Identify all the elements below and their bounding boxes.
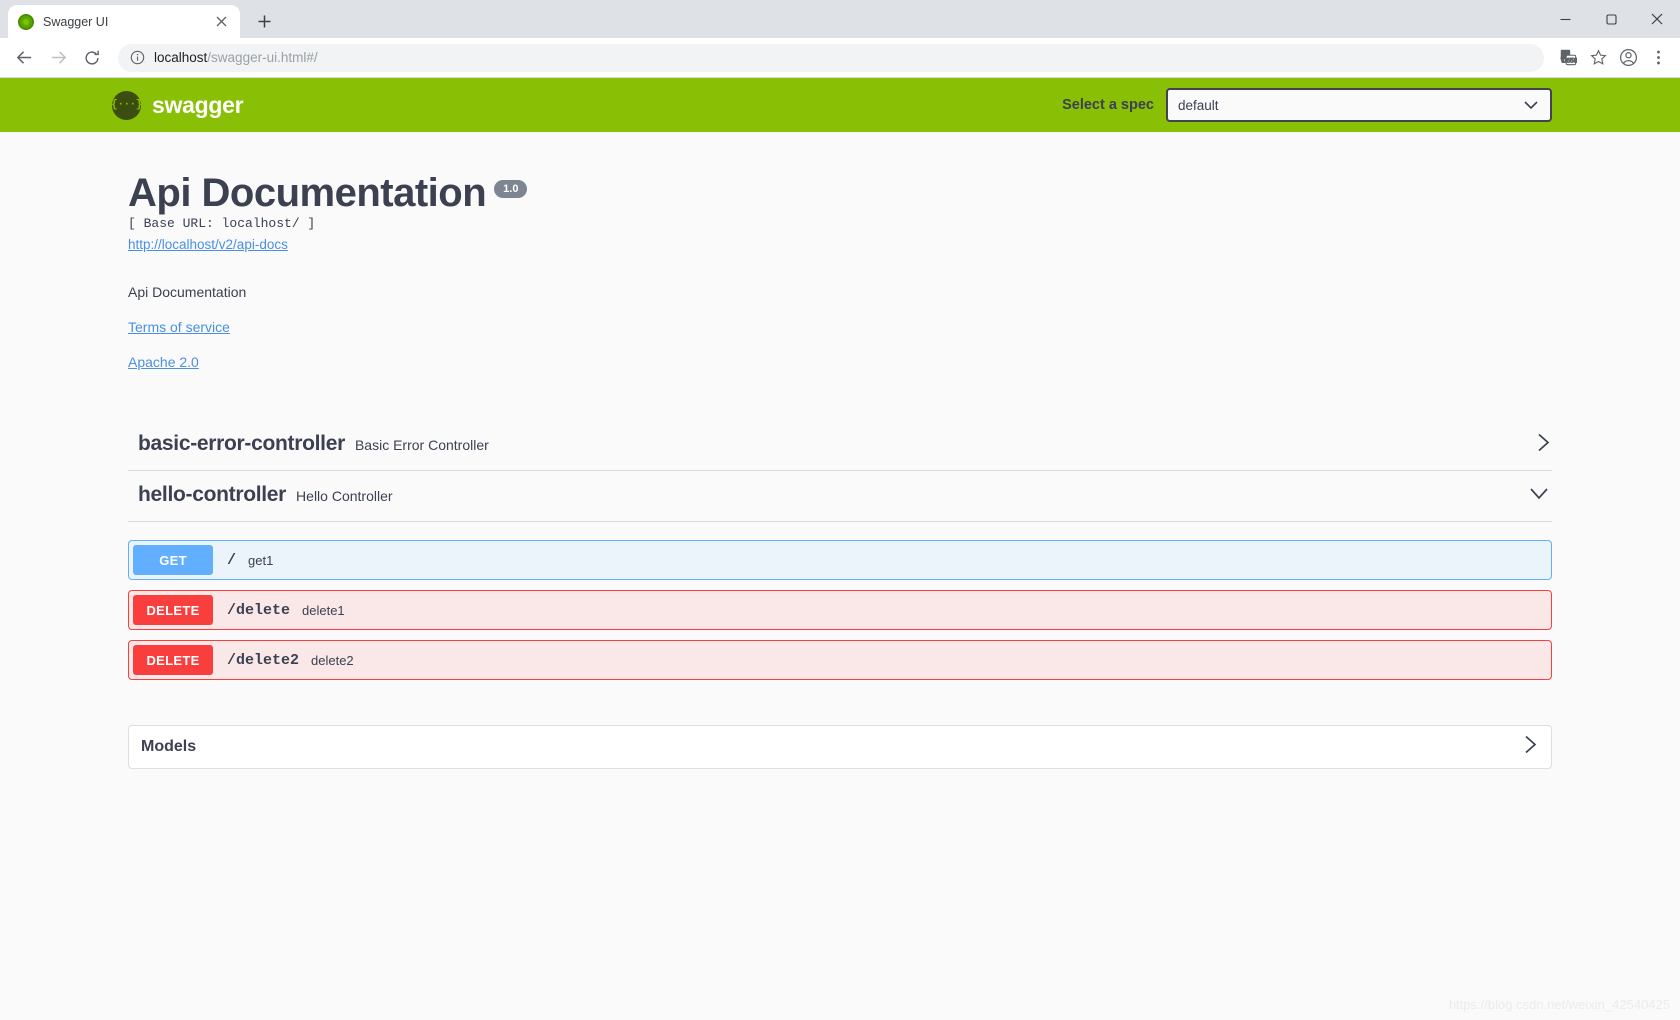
operation-row-delete[interactable]: DELETE /delete delete1 [128,590,1552,630]
profile-icon[interactable] [1614,44,1642,72]
svg-text:\u6587: \u6587 [1560,58,1576,65]
spec-select-dropdown[interactable]: default [1166,88,1552,122]
address-bar[interactable]: localhost/swagger-ui.html#/ [118,43,1544,72]
url-path: /swagger-ui.html#/ [207,50,318,65]
minimize-button[interactable] [1542,0,1588,38]
tab-strip: Swagger UI [0,0,1680,38]
license-link[interactable]: Apache 2.0 [128,354,1552,370]
translate-icon[interactable]: A \u6587 [1554,44,1582,72]
close-window-button[interactable] [1634,0,1680,38]
models-title: Models [141,738,197,755]
swagger-topbar: {···} swagger Select a spec default [0,78,1680,132]
bookmark-star-icon[interactable] [1584,44,1612,72]
operation-path: /delete2 [227,651,300,669]
tag-description: Basic Error Controller [354,437,489,453]
tag-name: basic-error-controller [138,432,345,455]
chevron-right-icon[interactable] [1524,734,1537,761]
terms-of-service-link[interactable]: Terms of service [128,319,1552,335]
select-a-spec-label: Select a spec [1062,97,1154,113]
site-info-icon[interactable] [130,50,145,65]
chevron-right-icon[interactable] [1537,432,1550,459]
tag-block-hello-controller: hello-controller Hello Controller GET / … [128,471,1552,680]
models-section[interactable]: Models [128,725,1552,769]
operation-summary: delete1 [302,602,345,618]
tag-description: Hello Controller [296,488,393,504]
spec-select-value: default [1178,97,1219,113]
operation-summary: get1 [248,552,274,568]
http-method-badge: DELETE [133,595,213,625]
new-tab-button[interactable] [250,7,278,35]
http-method-badge: GET [133,545,213,575]
browser-tab-swagger-ui[interactable]: Swagger UI [8,5,240,38]
chrome-menu-icon[interactable] [1644,44,1672,72]
operation-row-get[interactable]: GET / get1 [128,540,1552,580]
version-badge: 1.0 [494,180,528,198]
swagger-logo[interactable]: {···} swagger [111,90,244,120]
reload-button-icon[interactable] [76,42,108,74]
operation-path: /delete [227,601,291,619]
address-bar-url: localhost/swagger-ui.html#/ [154,50,318,65]
browser-window: Swagger UI localhost/swagger-ui.html#/ A… [0,0,1680,1020]
api-title-row: Api Documentation 1.0 [128,172,1552,214]
swagger-logo-text: swagger [152,91,244,118]
close-tab-icon[interactable] [212,13,230,31]
base-url-text: [ Base URL: localhost/ ] [128,216,316,231]
swagger-ui-page: {···} swagger Select a spec default Api … [0,78,1680,1020]
api-description: Api Documentation [128,284,247,300]
tag-sections: basic-error-controller Basic Error Contr… [128,420,1552,680]
api-docs-link[interactable]: http://localhost/v2/api-docs [128,237,288,252]
swagger-content: Api Documentation 1.0 [ Base URL: localh… [0,132,1680,769]
chevron-down-icon[interactable] [1528,487,1550,505]
url-host: localhost [154,50,208,65]
tag-name: hello-controller [138,483,287,506]
page-title: Api Documentation [128,171,487,215]
tag-header-hello-controller[interactable]: hello-controller Hello Controller [128,471,1552,522]
back-button-icon[interactable] [8,42,40,74]
window-controls [1542,0,1680,38]
chevron-down-icon [1524,98,1538,113]
http-method-badge: DELETE [133,645,213,675]
swagger-favicon-icon [18,13,34,30]
tab-title: Swagger UI [43,14,109,29]
tag-block-basic-error-controller: basic-error-controller Basic Error Contr… [128,420,1552,471]
watermark-text: https://blog.csdn.net/weixin_42540425 [1448,997,1670,1012]
browser-toolbar: localhost/swagger-ui.html#/ A \u6587 [0,38,1680,78]
spec-selector-area: Select a spec default [1062,88,1552,122]
api-info-block: Api Documentation 1.0 [ Base URL: localh… [128,132,1552,370]
operation-row-delete2[interactable]: DELETE /delete2 delete2 [128,640,1552,680]
forward-button-icon[interactable] [42,42,74,74]
tag-header-basic-error-controller[interactable]: basic-error-controller Basic Error Contr… [128,420,1552,471]
operation-summary: delete2 [311,652,354,668]
swagger-braces-icon: {···} [111,90,142,120]
operation-path: / [227,551,237,569]
maximize-button[interactable] [1588,0,1634,38]
operations-list: GET / get1 DELETE /delete delete1 DELETE… [128,522,1552,680]
